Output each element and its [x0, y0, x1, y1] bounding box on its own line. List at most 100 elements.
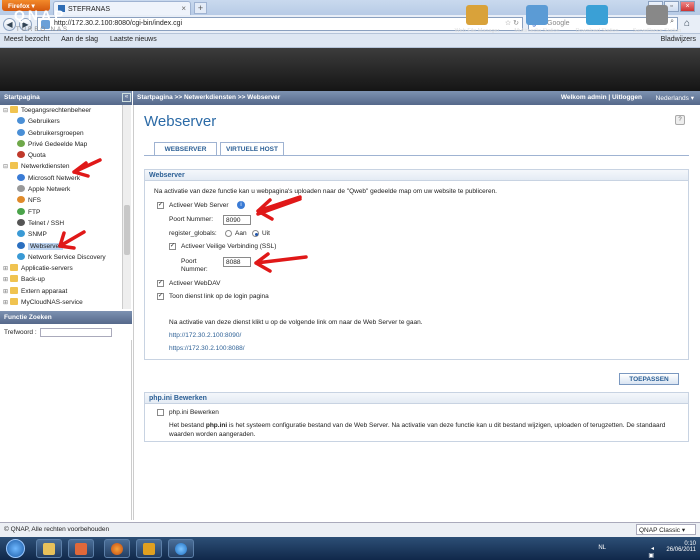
tree-item[interactable]: Quota	[0, 150, 122, 161]
bookmark-latest-news[interactable]: Laatste nieuws	[110, 36, 157, 43]
folder-icon	[43, 543, 55, 555]
download-station-icon	[586, 5, 608, 25]
language-select[interactable]: Nederlands ▾	[656, 94, 694, 102]
section-title: php.ini Bewerken	[145, 393, 688, 404]
tree-item[interactable]: Apple Netwerk	[0, 184, 122, 195]
multimedia-station-icon	[526, 5, 548, 25]
new-tab-button[interactable]: +	[194, 2, 207, 14]
keyword-label: Trefwoord :	[4, 329, 37, 336]
language-label: Nederlands	[655, 95, 689, 102]
expand-icon[interactable]: ⊟	[3, 108, 8, 114]
tree-item[interactable]: ⊞ Extern apparaat	[0, 286, 122, 297]
tree-item-label: Toegangsrechtenbeheer	[21, 107, 92, 114]
tree-item[interactable]: Microsoft Netwerk	[0, 173, 122, 184]
port-input[interactable]: 8090	[223, 215, 251, 225]
port-label: Poort Nummer:	[169, 216, 214, 223]
taskbar-outlook[interactable]	[136, 539, 162, 558]
web-file-manager-icon	[466, 5, 488, 25]
snmp-icon	[17, 230, 25, 238]
theme-label: QNAP Classic	[639, 527, 681, 534]
media-player-icon	[75, 543, 87, 555]
tree-item-label: Back-up	[21, 276, 45, 284]
keyword-input[interactable]	[40, 328, 112, 337]
tree-item[interactable]: ⊞ MyCloudNAS-service	[0, 297, 122, 308]
enable-webserver-checkbox[interactable]: ✓	[157, 202, 164, 209]
collapse-icon[interactable]: «	[122, 93, 131, 102]
ssl-label: Activeer Veilige Verbinding (SSL)	[181, 243, 277, 250]
ssl-checkbox[interactable]: ✓	[169, 243, 176, 250]
app-label: Web File Manager	[454, 28, 500, 34]
tree-item[interactable]: ⊞ Applicatie-servers	[0, 263, 122, 274]
tab-virtual-host[interactable]: VIRTUELE HOST	[220, 142, 284, 156]
apple-icon	[17, 185, 25, 193]
expand-icon[interactable]: ⊞	[3, 289, 8, 295]
tree-item[interactable]: Privé Gedeelde Map	[0, 139, 122, 150]
ssl-port-input[interactable]: 8088	[223, 257, 251, 267]
app-label: Surveillance Station	[632, 28, 682, 34]
tree-item[interactable]: Gebruikersgroepen	[0, 128, 122, 139]
surveillance-station-button[interactable]: Surveillance Station	[628, 2, 686, 41]
tab-webserver[interactable]: WEBSERVER	[154, 142, 217, 156]
taskbar-explorer[interactable]	[36, 539, 62, 558]
tree-item[interactable]: FTP	[0, 207, 122, 218]
section-title: Webserver	[145, 170, 688, 181]
welcome-logout[interactable]: Welkom admin | Uitloggen	[561, 94, 642, 101]
taskbar-firefox[interactable]	[104, 539, 130, 558]
folder-icon	[10, 298, 19, 306]
tree-item[interactable]: ⊟ Netwerkdiensten	[0, 161, 122, 172]
info-icon[interactable]: i	[237, 201, 245, 209]
folder-icon	[10, 106, 19, 113]
tab-divider	[144, 155, 689, 156]
browser-tab[interactable]: STEFRANAS ×	[53, 1, 191, 15]
expand-icon[interactable]: ⊞	[3, 300, 8, 306]
multimedia-station-button[interactable]: Multimedia Station	[508, 2, 566, 41]
register-globals-on-radio[interactable]	[225, 230, 232, 237]
tree-item[interactable]: Telnet / SSH	[0, 218, 122, 229]
tree-item[interactable]: ⊞ Back-up	[0, 274, 122, 285]
download-station-button[interactable]: Download Station	[568, 2, 626, 41]
globe-icon	[17, 241, 25, 249]
php-ini-checkbox[interactable]	[157, 409, 164, 416]
webdav-checkbox[interactable]: ✓	[157, 280, 164, 287]
https-link[interactable]: https://172.30.2.100:8088/	[169, 345, 245, 352]
clock-date[interactable]: 26/06/2011	[666, 547, 696, 553]
web-file-manager-button[interactable]: Web File Manager	[448, 2, 506, 41]
login-link-checkbox[interactable]: ✓	[157, 293, 164, 300]
nfs-icon	[17, 196, 25, 204]
start-button[interactable]	[6, 539, 25, 558]
tree-item-label: Webserver	[28, 242, 64, 250]
theme-select[interactable]: QNAP Classic ▾	[636, 524, 696, 535]
register-globals-off-radio[interactable]	[252, 230, 259, 237]
close-tab-icon[interactable]: ×	[181, 4, 186, 13]
tree-item[interactable]: NFS	[0, 195, 122, 206]
tree-item[interactable]: Gebruikers	[0, 116, 122, 127]
tree-item[interactable]: ⊟ Toegangsrechtenbeheer	[0, 105, 122, 116]
http-link[interactable]: http://172.30.2.100:8090/	[169, 332, 241, 339]
expand-icon[interactable]: ⊞	[3, 277, 8, 283]
tree-scrollbar[interactable]	[122, 105, 131, 309]
url-text: http://172.30.2.100:8080/cgi-bin/index.c…	[54, 20, 183, 27]
taskbar-media[interactable]	[68, 539, 94, 558]
tree-item[interactable]: Network Service Discovery	[0, 252, 122, 263]
webserver-section: Webserver Na activatie van deze functie …	[144, 169, 689, 360]
language-indicator[interactable]: NL	[598, 545, 606, 551]
tree-item[interactable]: Webserver	[0, 241, 122, 252]
left-panel-body	[0, 340, 132, 520]
php-ini-description: Het bestand php.ini is het systeem confi…	[169, 421, 679, 439]
bookmark-most-visited[interactable]: Meest bezocht	[4, 36, 50, 43]
radio-off-label: Uit	[262, 230, 270, 237]
taskbar-ie[interactable]	[168, 539, 194, 558]
ssl-port-label-2: Nummer:	[181, 266, 208, 273]
help-icon[interactable]: ?	[675, 115, 685, 125]
scrollbar-thumb[interactable]	[124, 205, 130, 255]
expand-icon[interactable]: ⊞	[3, 266, 8, 272]
expand-icon[interactable]: ⊟	[3, 164, 8, 170]
tree-item-label: Applicatie-servers	[21, 265, 73, 273]
users-icon	[17, 117, 25, 125]
tree-item[interactable]: SNMP	[0, 229, 122, 240]
qnap-logo: QNAP	[14, 7, 67, 23]
apply-button[interactable]: TOEPASSEN	[619, 373, 679, 385]
bookmark-getting-started[interactable]: Aan de slag	[61, 36, 98, 43]
tray-icons[interactable]: ◂ ▣ ◈ ◐	[648, 545, 656, 560]
folder-icon	[10, 286, 19, 294]
